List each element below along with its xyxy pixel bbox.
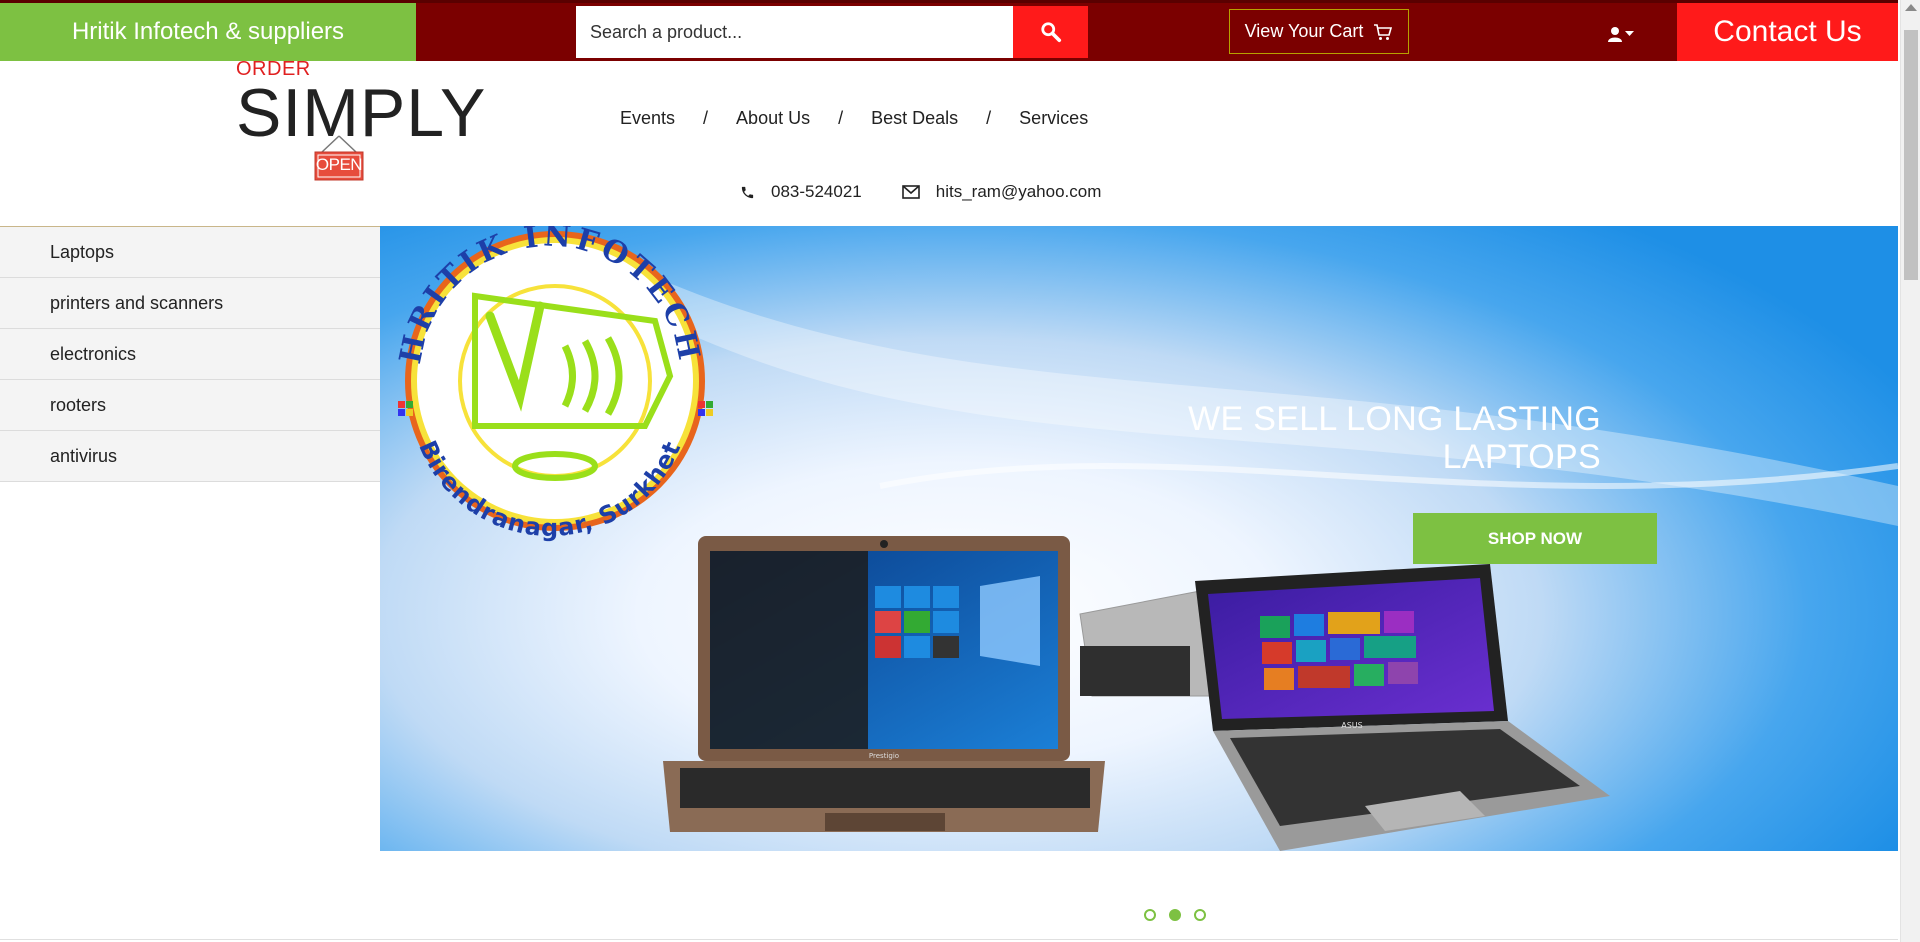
site-logo[interactable]: ORDER SIMPLY OPEN [236,56,496,186]
scroll-up-arrow-icon[interactable] [1905,4,1917,11]
category-rooters[interactable]: rooters [0,380,380,431]
category-sidebar: Laptops printers and scanners electronic… [0,226,380,482]
carousel-dot-3[interactable] [1194,909,1206,921]
search-input[interactable] [576,6,1013,58]
view-cart-button[interactable]: View Your Cart [1229,9,1409,54]
envelope-icon [901,185,920,199]
category-laptops[interactable]: Laptops [0,227,380,278]
carousel-dot-1[interactable] [1144,909,1156,921]
nav-services[interactable]: Services [1019,108,1088,129]
phone-icon [741,186,754,198]
contact-info: 083-524021 hits_ram@yahoo.com [740,182,1101,202]
contact-email: hits_ram@yahoo.com [901,182,1102,202]
hero-banner-image: HRITIK INFOTECH Birendranagar, Surkhet P… [393,226,1898,851]
hero-headline-line2: LAPTOPS [1442,438,1601,476]
caret-down-icon [1624,31,1634,36]
category-electronics[interactable]: electronics [0,329,380,380]
nav-events[interactable]: Events [620,108,675,129]
search-button[interactable] [1013,6,1088,58]
top-bar: Hritik Infotech & suppliers View Your Ca… [0,0,1898,61]
nav-separator: / [986,108,992,128]
carousel-indicators [1144,909,1206,921]
laptop-asus-image: ASUS [1195,564,1610,851]
page-scrollbar[interactable] [1900,0,1920,942]
email-address: hits_ram@yahoo.com [935,182,1102,201]
phone-number: 083-524021 [771,182,862,201]
contact-us-button[interactable]: Contact Us [1677,3,1898,61]
hero-headline: WE SELL LONG LASTING LAPTOPS [1188,400,1601,476]
scrollbar-thumb[interactable] [1904,30,1918,280]
nav-best-deals[interactable]: Best Deals [871,108,958,129]
nav-about-us[interactable]: About Us [736,108,810,129]
nav-separator: / [838,108,844,128]
category-printers-and-scanners[interactable]: printers and scanners [0,278,380,329]
hero-carousel: HRITIK INFOTECH Birendranagar, Surkhet P… [380,226,1898,851]
user-icon [1607,27,1622,42]
hritik-infotech-badge: HRITIK INFOTECH Birendranagar, Surkhet [393,226,713,542]
user-menu-dropdown[interactable] [1600,21,1640,47]
brand-name[interactable]: Hritik Infotech & suppliers [0,3,416,61]
search-icon [1040,22,1061,43]
cart-icon [1374,23,1393,40]
open-sign-text: OPEN [315,155,363,174]
laptop-prestigio-image: Prestigio [663,536,1105,832]
divider [0,939,1898,940]
nav-separator: / [703,108,709,128]
main-nav: Events / About Us / Best Deals / Service… [620,108,1088,129]
hero-headline-line1: WE SELL LONG LASTING [1188,400,1601,438]
contact-phone: 083-524021 [740,182,862,202]
laptop1-brand: Prestigio [869,752,899,760]
laptop2-brand: ASUS [1341,721,1362,730]
shop-now-button[interactable]: SHOP NOW [1413,513,1657,564]
cart-label: View Your Cart [1244,21,1364,41]
carousel-dot-2[interactable] [1169,909,1181,921]
category-antivirus[interactable]: antivirus [0,431,380,482]
